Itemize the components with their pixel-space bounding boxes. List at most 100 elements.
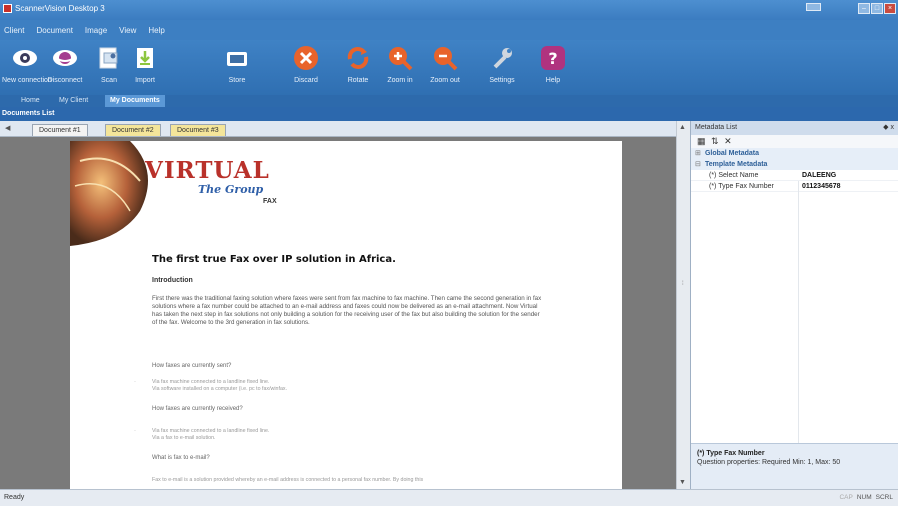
document-q3-text: Fax to e-mail is a solution provided whe… [152,477,424,483]
scroll-up-icon[interactable]: ▲ [679,124,686,131]
document-question-1: How faxes are currently sent? [152,363,232,369]
document-page: VIRTUAL The Group FAX The first true Fax… [70,141,622,489]
document-q1-line-1: Via fax machine connected to a landline … [152,379,270,385]
menu-view[interactable]: View [119,26,136,35]
status-bar: Ready CAP NUM SCRL [0,489,898,506]
metadata-title: Metadata List [695,124,738,131]
tab-scroll-left-icon[interactable]: ◀ [5,124,10,132]
store-label: Store [228,77,246,84]
column-divider [798,181,799,448]
metadata-toolbar: ▦ ⇅ ✕ [691,135,898,148]
tab-my-documents[interactable]: My Documents [105,95,165,107]
menu-bar: Client Document Image View Help [0,20,898,40]
store-button[interactable]: Store [214,45,260,93]
document-intro-title: Introduction [152,277,193,284]
viewer-scrollbar[interactable]: ▲ ⁞ ▼ [676,121,690,489]
zoom-in-icon [389,47,413,71]
metadata-panel: Metadata List ◆ x ▦ ⇅ ✕ ⊞ Global Metadat… [690,121,898,489]
close-button[interactable]: × [884,3,896,14]
tab-my-client[interactable]: My Client [54,95,93,107]
rotate-button[interactable]: Rotate [335,45,381,93]
minimize-button[interactable]: – [858,3,870,14]
grid-icon[interactable]: ▦ [697,136,706,146]
scroll-thumb[interactable]: ⁞ [682,281,684,287]
sort-icon[interactable]: ⇅ [711,136,719,146]
tab-document-3[interactable]: Document #3 [170,124,226,136]
zoom-out-button[interactable]: Zoom out [422,45,468,93]
tab-home[interactable]: Home [16,95,45,107]
property-name: (*) Type Fax Number [709,183,774,190]
menu-help[interactable]: Help [148,26,164,35]
group-template-metadata[interactable]: ⊟ Template Metadata [691,159,898,170]
discard-label: Discard [294,77,318,84]
import-button[interactable]: Import [122,45,168,93]
zoom-out-icon [434,47,458,71]
property-description: (*) Type Fax Number Question properties:… [691,443,898,489]
group-global-metadata[interactable]: ⊞ Global Metadata [691,148,898,159]
ribbon-toolbar: New connection Disconnect Scan Import St… [0,40,898,95]
title-bar: ScannerVision Desktop 3 – □ × [0,0,898,20]
menu-image[interactable]: Image [85,26,107,35]
bullet-icon: · [134,379,136,385]
property-value[interactable]: 0112345678 [802,181,841,192]
help-button[interactable]: ? Help [530,45,576,93]
description-text: Question properties: Required Min: 1, Ma… [697,459,841,466]
document-q2-line-1: Via fax machine connected to a landline … [152,428,270,434]
eye-icon [13,50,37,66]
zoom-out-label: Zoom out [430,77,460,84]
app-icon [3,4,12,13]
zoom-in-button[interactable]: Zoom in [377,45,423,93]
svg-text:?: ? [548,49,557,68]
zoom-in-label: Zoom in [387,77,413,84]
caps-lock-indicator: CAP [839,494,853,501]
status-text: Ready [4,494,25,501]
discard-icon [294,46,318,70]
scroll-down-icon[interactable]: ▼ [679,479,686,486]
pin-close-icon[interactable]: ◆ x [883,121,894,135]
scroll-lock-indicator: SCRL [875,494,893,501]
metadata-header: Metadata List ◆ x [691,121,898,135]
document-tabs: ◀ Document #1 Document #2 Document #3 [0,121,676,137]
document-viewer[interactable]: VIRTUAL The Group FAX The first true Fax… [0,137,676,489]
property-value[interactable]: DALEENG [802,170,836,181]
folder-icon [227,52,247,66]
discard-button[interactable]: Discard [283,45,329,93]
logo-fax: FAX [263,198,277,205]
group-label: Global Metadata [704,150,760,157]
description-title: (*) Type Fax Number [697,450,765,457]
num-lock-indicator: NUM [856,494,872,501]
menu-document[interactable]: Document [36,26,72,35]
settings-button[interactable]: Settings [479,45,525,93]
scan-icon [99,47,118,69]
tab-document-2[interactable]: Document #2 [105,124,161,136]
window-title: ScannerVision Desktop 3 [15,4,105,13]
document-intro-text: First there was the traditional faxing s… [152,295,542,326]
ribbon-tabs: Home My Client My Documents [0,95,898,107]
menu-client[interactable]: Client [4,26,24,35]
keyboard-indicators: CAP NUM SCRL [839,494,893,501]
property-name: (*) Select Name [709,172,759,179]
disconnect-label: Disconnect [47,77,83,84]
rotate-icon [347,47,369,69]
settings-label: Settings [489,77,515,84]
import-icon [137,48,153,68]
wrench-icon [493,48,512,69]
metadata-grid: ⊞ Global Metadata ⊟ Template Metadata (*… [691,148,898,448]
quick-access-button[interactable] [806,3,821,11]
clear-icon[interactable]: ✕ [724,136,732,146]
document-question-3: What is fax to e-mail? [152,455,210,461]
tab-document-1[interactable]: Document #1 [32,124,88,136]
document-question-2: How faxes are currently received? [152,406,243,412]
group-label: Template Metadata [704,161,768,168]
document-q2-line-2: Via a fax to e-mail solution. [152,435,216,441]
bullet-icon: · [134,428,136,434]
rotate-label: Rotate [347,77,369,84]
maximize-button[interactable]: □ [871,3,883,14]
help-label: Help [545,77,561,84]
property-select-name[interactable]: (*) Select Name DALEENG [691,170,898,181]
expand-icon[interactable]: ⊞ [695,148,703,159]
collapse-icon[interactable]: ⊟ [695,159,703,170]
property-type-fax-number[interactable]: (*) Type Fax Number 0112345678 [691,181,898,192]
disconnect-button[interactable]: Disconnect [42,45,88,93]
eye-closed-icon [53,50,77,66]
